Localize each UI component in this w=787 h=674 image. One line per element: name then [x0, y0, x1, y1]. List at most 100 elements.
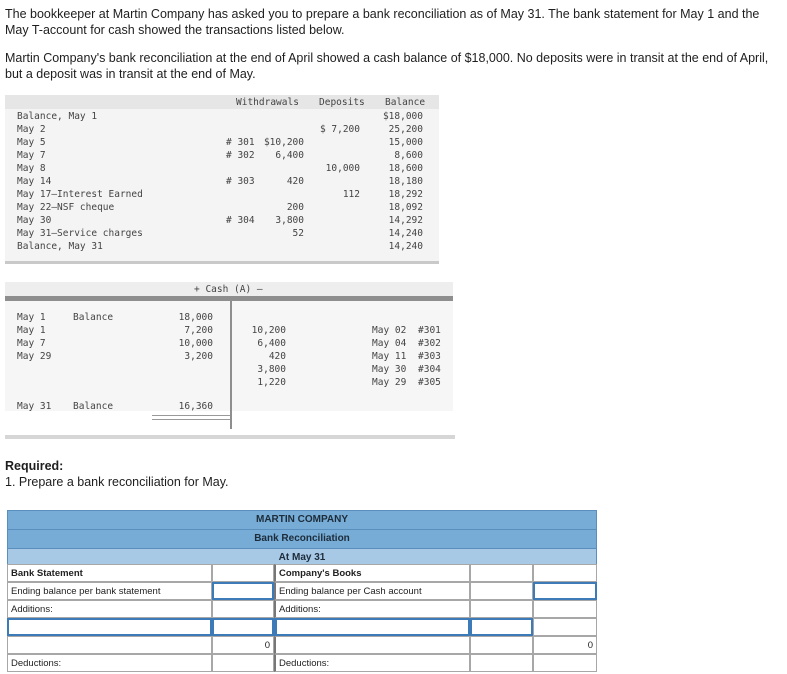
- t-debit-desc: Balance: [73, 312, 114, 323]
- bank-row-balance: 18,180: [388, 176, 423, 187]
- bank-row-label: May 17–Interest Earned: [17, 189, 143, 200]
- t-debit-date: May 29: [17, 351, 52, 362]
- t-credit-amount: 10,200: [251, 325, 286, 336]
- books-subtotal-value: 0: [533, 636, 597, 654]
- t-credit-date: May 04: [372, 338, 407, 349]
- bank-row-label: Balance, May 31: [17, 241, 103, 252]
- bank-row-balance: 25,200: [388, 124, 423, 135]
- books-additions-label: Additions:: [274, 600, 470, 618]
- books-header-spacer-2: [533, 564, 597, 582]
- t-ending-date: May 31: [17, 401, 52, 412]
- bank-row-label: May 2: [17, 124, 46, 135]
- books-ending-spacer: [470, 582, 533, 600]
- bank-row-balance: 8,600: [394, 150, 423, 161]
- bank-statement-section: Bank Statement: [7, 564, 212, 582]
- bank-subtotal-spacer: [7, 636, 212, 654]
- t-account-divider: [230, 296, 232, 429]
- bank-ending-balance-label: Ending balance per bank statement: [7, 582, 212, 600]
- bank-row-balance: $18,000: [382, 111, 423, 122]
- bank-row-label: May 5: [17, 137, 46, 148]
- bank-row-label: May 31–Service charges: [17, 228, 143, 239]
- bank-row-balance: 18,292: [388, 189, 423, 200]
- required-item-1: 1. Prepare a bank reconciliation for May…: [5, 475, 229, 489]
- recon-grid: Bank Statement Company's Books Ending ba…: [7, 564, 597, 674]
- bank-row-balance: 18,600: [388, 163, 423, 174]
- books-subtotal-spacer-2: [470, 636, 533, 654]
- bank-row-deposit: 112: [342, 189, 360, 200]
- t-credit-amount: 6,400: [257, 338, 286, 349]
- t-credit-amount: 3,800: [257, 364, 286, 375]
- t-credit-date: May 02: [372, 325, 407, 336]
- bank-reconciliation-form: MARTIN COMPANY Bank Reconciliation At Ma…: [7, 510, 597, 568]
- books-addition-spacer: [533, 618, 597, 636]
- bank-additions-label: Additions:: [7, 600, 212, 618]
- t-credit-check: #303: [418, 351, 441, 362]
- bank-row-withdrawal: 52: [292, 228, 304, 239]
- books-additions-spacer-2: [533, 600, 597, 618]
- books-addition-amount-input[interactable]: [470, 618, 533, 636]
- bank-row-check: # 303: [226, 176, 255, 187]
- t-debit-amount: 18,000: [178, 312, 213, 323]
- books-ending-balance-input[interactable]: [533, 582, 597, 600]
- books-header-spacer: [470, 564, 533, 582]
- t-debit-date: May 7: [17, 338, 46, 349]
- t-ending-amount: 16,360: [178, 401, 213, 412]
- t-debit-date: May 1: [17, 325, 46, 336]
- recon-company: MARTIN COMPANY: [7, 510, 597, 529]
- t-credit-date: May 29: [372, 377, 407, 388]
- bank-addition-amount-input[interactable]: [212, 618, 274, 636]
- t-account-total-rule-double: [152, 419, 230, 420]
- bank-additions-spacer: [212, 600, 274, 618]
- header-deposits: Deposits: [319, 97, 365, 108]
- t-account-footer: [5, 435, 455, 439]
- problem-intro: The bookkeeper at Martin Company has ask…: [5, 7, 760, 37]
- bank-row-balance: 14,292: [388, 215, 423, 226]
- required-heading: Required:: [5, 459, 64, 473]
- bank-row-withdrawal: 200: [286, 202, 304, 213]
- bank-row-deposit: 10,000: [325, 163, 360, 174]
- books-additions-spacer: [470, 600, 533, 618]
- t-credit-check: #302: [418, 338, 441, 349]
- bank-statement-header-band: [5, 95, 439, 109]
- bank-addition-description-input[interactable]: [7, 618, 212, 636]
- t-debit-date: May 1: [17, 312, 46, 323]
- bank-subtotal-value: 0: [212, 636, 274, 654]
- t-credit-amount: 420: [268, 351, 286, 362]
- problem-context: Martin Company's bank reconciliation at …: [5, 51, 769, 81]
- t-credit-check: #301: [418, 325, 441, 336]
- t-account-title: + Cash (A) –: [194, 284, 263, 295]
- bank-row-balance: 14,240: [388, 228, 423, 239]
- bank-row-label: May 8: [17, 163, 46, 174]
- company-books-section: Company's Books: [274, 564, 470, 582]
- t-credit-amount: 1,220: [257, 377, 286, 388]
- bank-header-spacer: [212, 564, 274, 582]
- bank-row-balance: 15,000: [388, 137, 423, 148]
- bank-row-deposit: $ 7,200: [319, 124, 360, 135]
- bank-row-balance: 14,240: [388, 241, 423, 252]
- t-debit-amount: 3,200: [184, 351, 213, 362]
- books-addition-description-input[interactable]: [274, 618, 470, 636]
- t-credit-date: May 11: [372, 351, 407, 362]
- bank-row-label: May 14: [17, 176, 52, 187]
- bank-row-withdrawal: $10,200: [263, 137, 304, 148]
- recon-title: Bank Reconciliation: [7, 529, 597, 548]
- t-ending-desc: Balance: [73, 401, 114, 412]
- bank-row-withdrawal: 6,400: [275, 150, 304, 161]
- t-debit-amount: 7,200: [184, 325, 213, 336]
- bank-deductions-spacer: [212, 654, 274, 672]
- bank-row-check: # 301: [226, 137, 255, 148]
- bank-row-label: Balance, May 1: [17, 111, 98, 122]
- bank-row-label: May 22–NSF cheque: [17, 202, 115, 213]
- t-credit-date: May 30: [372, 364, 407, 375]
- books-deductions-spacer: [470, 654, 533, 672]
- books-deductions-spacer-2: [533, 654, 597, 672]
- bank-row-label: May 30: [17, 215, 52, 226]
- bank-row-check: # 302: [226, 150, 255, 161]
- t-credit-check: #305: [418, 377, 441, 388]
- books-subtotal-spacer: [274, 636, 470, 654]
- bank-row-label: May 7: [17, 150, 46, 161]
- bank-ending-balance-input[interactable]: [212, 582, 274, 600]
- header-balance: Balance: [385, 97, 426, 108]
- bank-row-withdrawal: 420: [286, 176, 304, 187]
- bank-row-withdrawal: 3,800: [275, 215, 304, 226]
